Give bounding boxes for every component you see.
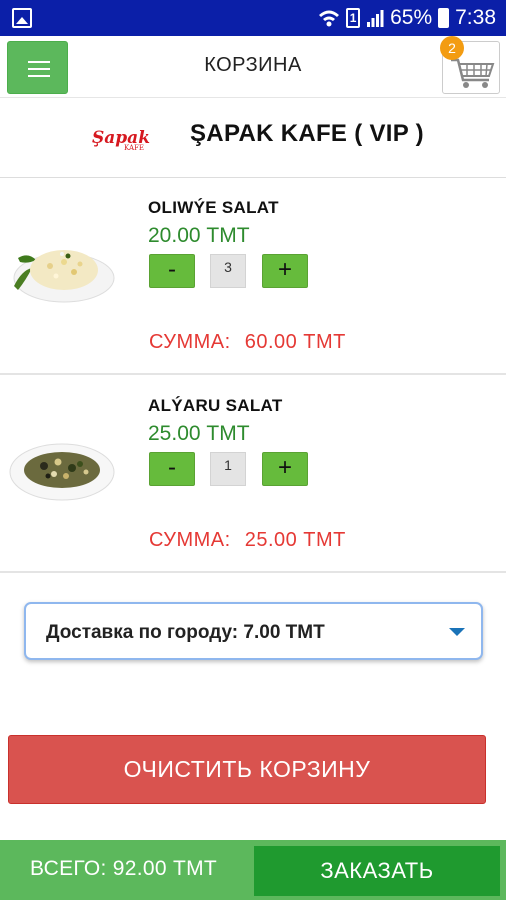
item-sum: СУММА: 60.00 ТМТ bbox=[149, 331, 346, 354]
sim-icon: 1 bbox=[346, 8, 361, 28]
signal-icon bbox=[367, 10, 384, 27]
increase-quantity-button[interactable]: + bbox=[262, 452, 308, 486]
gallery-notification-icon bbox=[12, 8, 32, 28]
status-icons: 1 65% 7:38 bbox=[318, 0, 496, 36]
sum-label: СУММА: bbox=[149, 529, 231, 551]
decrease-quantity-button[interactable]: - bbox=[149, 452, 195, 486]
item-price: 25.00 ТМТ bbox=[148, 422, 250, 445]
item-sum: СУММА: 25.00 ТМТ bbox=[149, 529, 346, 552]
page-title: КОРЗИНА bbox=[204, 54, 302, 76]
item-price: 20.00 ТМТ bbox=[148, 224, 250, 247]
cart-item: OLIWÝE SALAT 20.00 ТМТ - 3 + СУММА: 60.00… bbox=[0, 178, 506, 375]
battery-percent: 65% bbox=[390, 6, 433, 29]
sum-value: 60.00 ТМТ bbox=[244, 331, 346, 353]
item-image-alyaru-salad bbox=[9, 443, 115, 501]
total-amount: ВСЕГО: 92.00 ТМТ bbox=[30, 857, 218, 880]
restaurant-name: ŞAPAK KAFE ( VIP ) bbox=[190, 120, 424, 147]
cart-item: ALÝARU SALAT 25.00 ТМТ - 1 + СУММА: 25.00… bbox=[0, 376, 506, 573]
sum-label: СУММА: bbox=[149, 331, 231, 353]
delivery-selected-value: Доставка по городу: 7.00 ТМТ bbox=[46, 622, 325, 643]
app-header: КОРЗИНА 2 bbox=[0, 36, 506, 98]
item-name: OLIWÝE SALAT bbox=[148, 198, 279, 217]
quantity-value: 1 bbox=[210, 452, 246, 486]
checkout-bar: ВСЕГО: 92.00 ТМТ ЗАКАЗАТЬ bbox=[0, 840, 506, 900]
battery-icon bbox=[438, 8, 450, 28]
restaurant-logo: Şapak KAFE bbox=[92, 128, 150, 152]
wifi-icon bbox=[319, 10, 340, 27]
dropdown-arrow-icon bbox=[449, 628, 465, 636]
item-image-olivier-salad bbox=[13, 250, 115, 303]
delivery-select[interactable]: Доставка по городу: 7.00 ТМТ bbox=[24, 602, 483, 660]
quantity-value: 3 bbox=[210, 254, 246, 288]
clock: 7:38 bbox=[455, 6, 496, 29]
item-name: ALÝARU SALAT bbox=[148, 396, 283, 415]
sum-value: 25.00 ТМТ bbox=[244, 529, 346, 551]
status-bar: 1 65% 7:38 bbox=[0, 0, 506, 36]
clear-cart-button[interactable]: ОЧИСТИТЬ КОРЗИНУ bbox=[8, 735, 486, 804]
order-button[interactable]: ЗАКАЗАТЬ bbox=[254, 846, 500, 896]
restaurant-header: Şapak KAFE ŞAPAK KAFE ( VIP ) bbox=[0, 98, 506, 178]
decrease-quantity-button[interactable]: - bbox=[149, 254, 195, 288]
cart-count-badge: 2 bbox=[440, 36, 464, 60]
increase-quantity-button[interactable]: + bbox=[262, 254, 308, 288]
